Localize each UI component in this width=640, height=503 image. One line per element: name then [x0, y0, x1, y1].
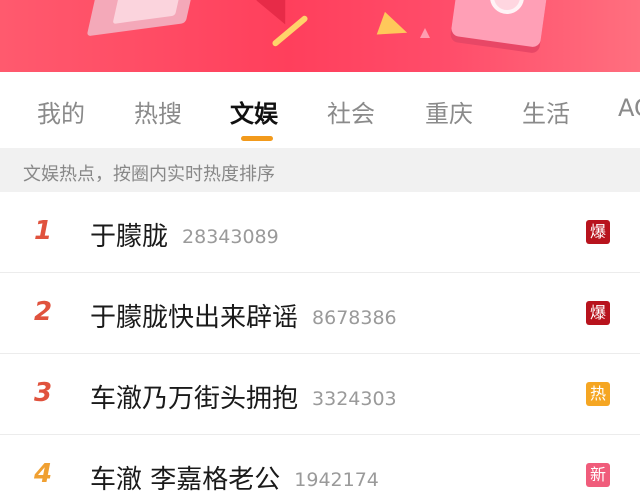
item-title[interactable]: 车澈 李嘉格老公 1942174	[90, 459, 379, 496]
rank-number: 2	[34, 297, 53, 327]
heat-count: 8678386	[312, 307, 397, 329]
badge-boom-icon: 爆	[586, 220, 610, 244]
category-tabs: 我的 热搜 文娱 社会 重庆 生活 AC	[0, 72, 640, 148]
item-title[interactable]: 于朦胧快出来辟谣 8678386	[90, 297, 397, 334]
header-banner	[0, 0, 640, 72]
heat-count: 3324303	[312, 388, 397, 410]
item-title[interactable]: 车澈乃万街头拥抱 3324303	[90, 378, 397, 415]
rank-number: 1	[34, 216, 53, 246]
banner-decoration	[376, 11, 412, 45]
list-item[interactable]: 3 车澈乃万街头拥抱 3324303 热	[0, 354, 640, 435]
badge-hot-icon: 热	[586, 382, 610, 406]
tab-chongqing[interactable]: 重庆	[425, 94, 473, 129]
tab-mine[interactable]: 我的	[37, 94, 85, 129]
banner-decoration	[420, 28, 430, 38]
rank-number: 3	[34, 378, 53, 408]
rank-number: 4	[34, 459, 53, 489]
hot-list: 1 于朦胧 28343089 爆 2 于朦胧快出来辟谣 8678386 爆 3 车澈…	[0, 192, 640, 503]
active-tab-indicator	[241, 136, 273, 141]
badge-boom-icon: 爆	[586, 301, 610, 325]
subheader-text: 文娱热点，按圈内实时热度排序	[23, 164, 275, 185]
list-item[interactable]: 1 于朦胧 28343089 爆	[0, 192, 640, 273]
item-title[interactable]: 于朦胧 28343089	[90, 216, 279, 253]
badge-new-icon: 新	[586, 463, 610, 487]
section-subheader: 文娱热点，按圈内实时热度排序	[0, 148, 640, 192]
tab-hot-search[interactable]: 热搜	[134, 94, 182, 129]
list-item[interactable]: 2 于朦胧快出来辟谣 8678386 爆	[0, 273, 640, 354]
tab-society[interactable]: 社会	[327, 94, 375, 129]
list-item[interactable]: 4 车澈 李嘉格老公 1942174 新	[0, 435, 640, 503]
tab-ac[interactable]: AC	[618, 94, 640, 122]
heat-count: 28343089	[182, 226, 279, 248]
tab-entertainment[interactable]: 文娱	[230, 94, 278, 129]
heat-count: 1942174	[294, 469, 379, 491]
tab-life[interactable]: 生活	[522, 94, 570, 129]
